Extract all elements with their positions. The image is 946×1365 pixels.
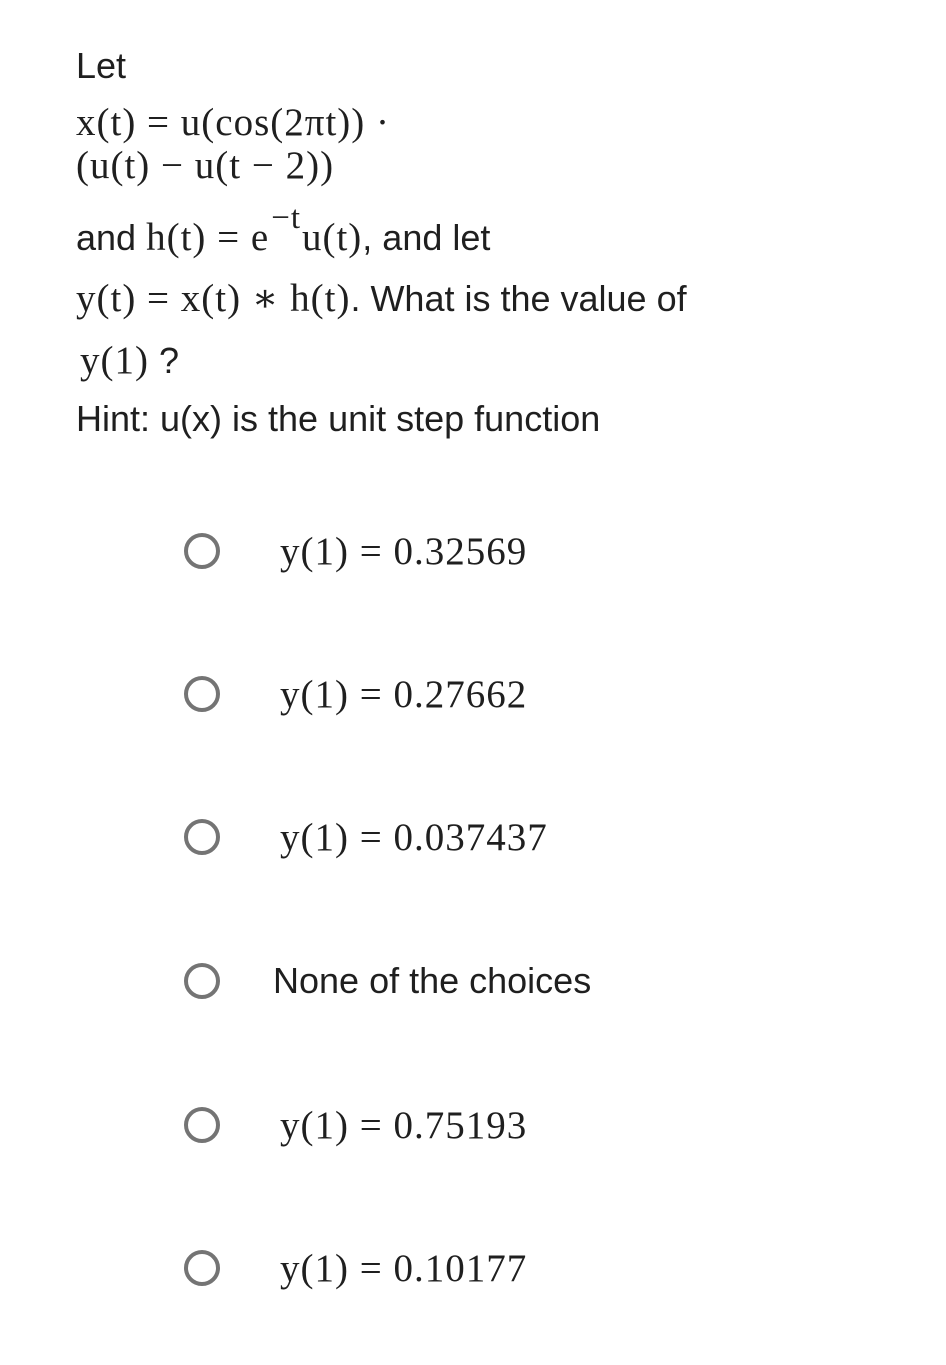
answer-option[interactable]: y(1) = 0.32569	[184, 526, 527, 576]
question-target: y(1) ?	[80, 341, 179, 381]
option-label: y(1) = 0.27662	[280, 672, 528, 716]
h-exponent: −t	[271, 200, 301, 236]
answer-option[interactable]: None of the choices	[184, 956, 591, 1006]
answer-option[interactable]: y(1) = 0.10177	[184, 1243, 527, 1293]
option-label: y(1) = 0.037437	[280, 815, 548, 859]
radio-unchecked-icon[interactable]	[184, 1107, 220, 1143]
h-rhs: u(t)	[301, 216, 363, 259]
h-suffix: , and let	[362, 217, 491, 258]
radio-unchecked-icon[interactable]	[184, 819, 220, 855]
target-suffix: ?	[148, 340, 180, 381]
option-label: y(1) = 0.32569	[280, 529, 528, 573]
answer-option[interactable]: y(1) = 0.75193	[184, 1100, 527, 1150]
h-lhs: h(t) = e	[146, 216, 270, 259]
answer-option[interactable]: y(1) = 0.27662	[184, 669, 527, 719]
radio-unchecked-icon[interactable]	[184, 676, 220, 712]
y-convolution: y(t) = x(t) ∗ h(t)	[76, 277, 351, 320]
hint-text: Hint: u(x) is the unit step function	[76, 398, 601, 439]
target-expression: y(1)	[80, 339, 149, 382]
option-label: y(1) = 0.75193	[280, 1103, 528, 1147]
h-prefix: and	[76, 217, 147, 258]
x-definition-line2: (u(t) − u(t − 2))	[76, 144, 335, 187]
radio-unchecked-icon[interactable]	[184, 963, 220, 999]
x-definition-line1: x(t) = u(cos(2πt)) ·	[76, 101, 391, 144]
h-definition: and h(t) = e−tu(t), and let	[76, 200, 491, 260]
answer-option[interactable]: y(1) = 0.037437	[184, 812, 548, 862]
question-intro: Let	[76, 45, 127, 86]
y-suffix: . What is the value of	[350, 278, 687, 319]
radio-unchecked-icon[interactable]	[184, 1250, 220, 1286]
option-label: y(1) = 0.10177	[280, 1246, 528, 1290]
radio-unchecked-icon[interactable]	[184, 533, 220, 569]
option-label: None of the choices	[273, 960, 592, 1001]
y-definition: y(t) = x(t) ∗ h(t). What is the value of	[76, 279, 687, 319]
